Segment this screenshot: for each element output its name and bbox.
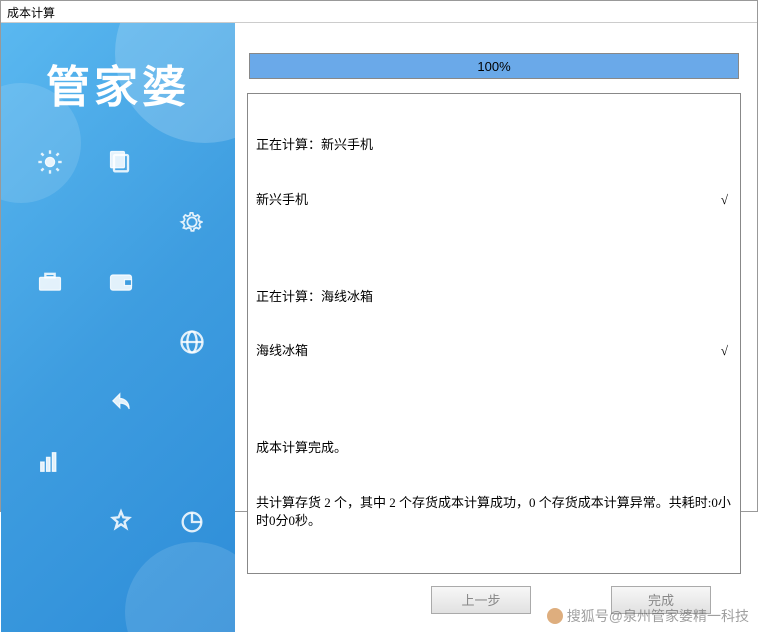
briefcase-icon (31, 263, 69, 301)
log-line: 海线冰箱√ (256, 342, 732, 360)
spacer (256, 246, 732, 252)
sun-icon (31, 143, 69, 181)
gear-icon (173, 203, 211, 241)
sidebar-icon-grid (31, 143, 211, 563)
bar-chart-icon (31, 443, 69, 481)
wallet-icon (102, 263, 140, 301)
pie-chart-icon (173, 503, 211, 541)
star-icon (102, 503, 140, 541)
progress-label: 100% (250, 54, 738, 78)
window-title: 成本计算 (1, 1, 757, 23)
log-done: 成本计算完成。 (256, 439, 732, 457)
log-summary: 共计算存货 2 个，其中 2 个存货成本计算成功，0 个存货成本计算异常。共耗时… (256, 494, 732, 530)
log-line: 正在计算：海线冰箱 (256, 288, 732, 306)
copy-icon (102, 143, 140, 181)
log-output: 正在计算：新兴手机 新兴手机√ 正在计算：海线冰箱 海线冰箱√ 成本计算完成。 … (247, 93, 741, 574)
done-button[interactable]: 完成 (611, 586, 711, 614)
brand-text: 管家婆 (1, 51, 235, 115)
sidebar: 管家婆 (1, 23, 235, 632)
main-panel: 100% 正在计算：新兴手机 新兴手机√ 正在计算：海线冰箱 海线冰箱√ 成本计… (235, 23, 757, 632)
undo-icon (102, 383, 140, 421)
log-line: 正在计算：新兴手机 (256, 136, 732, 154)
globe-icon (173, 323, 211, 361)
log-line: 新兴手机√ (256, 191, 732, 209)
spacer (256, 397, 732, 403)
cost-calc-window: 成本计算 管家婆 (0, 0, 758, 512)
content-area: 管家婆 (1, 23, 757, 632)
prev-button[interactable]: 上一步 (431, 586, 531, 614)
button-row: 上一步 完成 (247, 574, 741, 624)
progress-bar: 100% (249, 53, 739, 79)
